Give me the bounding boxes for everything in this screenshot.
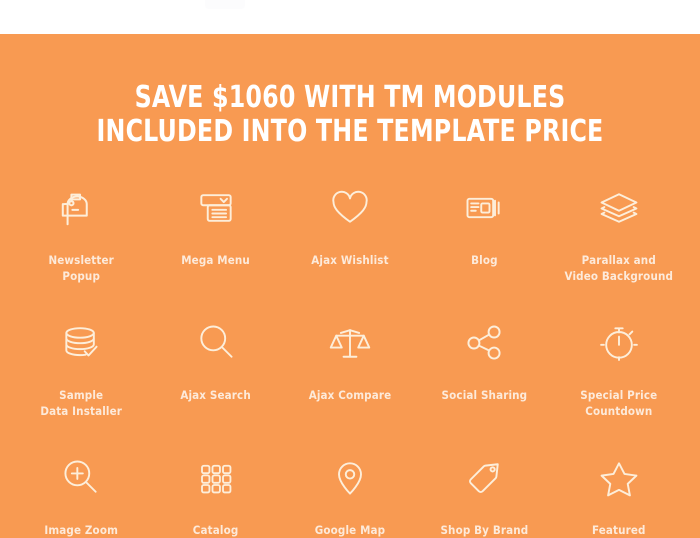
module-item-ajax-wishlist[interactable]: Ajax Wishlist: [283, 180, 417, 305]
mailbox-icon: [58, 180, 104, 236]
map-pin-icon: [328, 450, 372, 506]
module-item-blog[interactable]: Blog: [417, 180, 551, 305]
module-label: Ajax Compare: [308, 387, 392, 402]
promo-modules-section: SAVE $1060 WITH TM MODULES INCLUDED INTO…: [0, 34, 700, 538]
heart-icon: [328, 180, 372, 236]
module-item-ajax-search[interactable]: Ajax Search: [148, 315, 282, 440]
newspaper-icon: [462, 180, 506, 236]
module-label: Ajax Wishlist: [311, 252, 389, 267]
layers-icon: [597, 180, 641, 236]
module-label: Mega Menu: [181, 252, 250, 267]
module-item-shop-by-brand[interactable]: Shop By Brand: [417, 450, 551, 538]
module-label: Featured Products: [591, 522, 646, 537]
module-label: Sample Data Installer: [40, 387, 123, 419]
module-item-parallax-video-background[interactable]: Parallax and Video Background: [552, 180, 686, 305]
stopwatch-icon: [597, 315, 641, 371]
module-item-sample-data-installer[interactable]: Sample Data Installer: [14, 315, 148, 440]
module-item-google-map[interactable]: Google Map: [283, 450, 417, 538]
price-tag-icon: [462, 450, 506, 506]
module-label: Parallax and Video Background: [564, 252, 674, 284]
partial-logo-shape: [205, 0, 245, 9]
module-item-catalog-images-grid[interactable]: Catalog Images Grid: [148, 450, 282, 538]
grid-icon: [195, 450, 237, 506]
module-item-featured-products[interactable]: Featured Products: [552, 450, 686, 538]
module-label: Shop By Brand: [440, 522, 529, 537]
module-label: Catalog Images Grid: [192, 522, 239, 537]
module-item-image-zoom[interactable]: Image Zoom: [14, 450, 148, 538]
database-check-icon: [59, 315, 103, 371]
module-label: Newsletter Popup: [48, 252, 114, 284]
module-item-ajax-compare[interactable]: Ajax Compare: [283, 315, 417, 440]
page-title: SAVE $1060 WITH TM MODULES INCLUDED INTO…: [96, 80, 604, 149]
mega-menu-icon: [194, 180, 238, 236]
modules-grid: Newsletter Popup Mega Menu Ajax Wishlist…: [0, 149, 700, 538]
magnifier-plus-icon: [59, 450, 103, 506]
top-white-band: [0, 0, 700, 34]
module-label: Social Sharing: [441, 387, 528, 402]
module-label: Image Zoom: [44, 522, 119, 537]
star-icon: [597, 450, 641, 506]
share-nodes-icon: [462, 315, 506, 371]
module-item-social-sharing[interactable]: Social Sharing: [417, 315, 551, 440]
module-label: Special Price Countdown: [580, 387, 658, 419]
scales-icon: [328, 315, 372, 371]
module-label: Blog: [471, 252, 498, 267]
module-label: Ajax Search: [180, 387, 251, 402]
module-item-special-price-countdown[interactable]: Special Price Countdown: [552, 315, 686, 440]
module-item-newsletter-popup[interactable]: Newsletter Popup: [14, 180, 148, 305]
magnifier-icon: [194, 315, 238, 371]
module-item-mega-menu[interactable]: Mega Menu: [148, 180, 282, 305]
module-label: Google Map: [314, 522, 386, 537]
